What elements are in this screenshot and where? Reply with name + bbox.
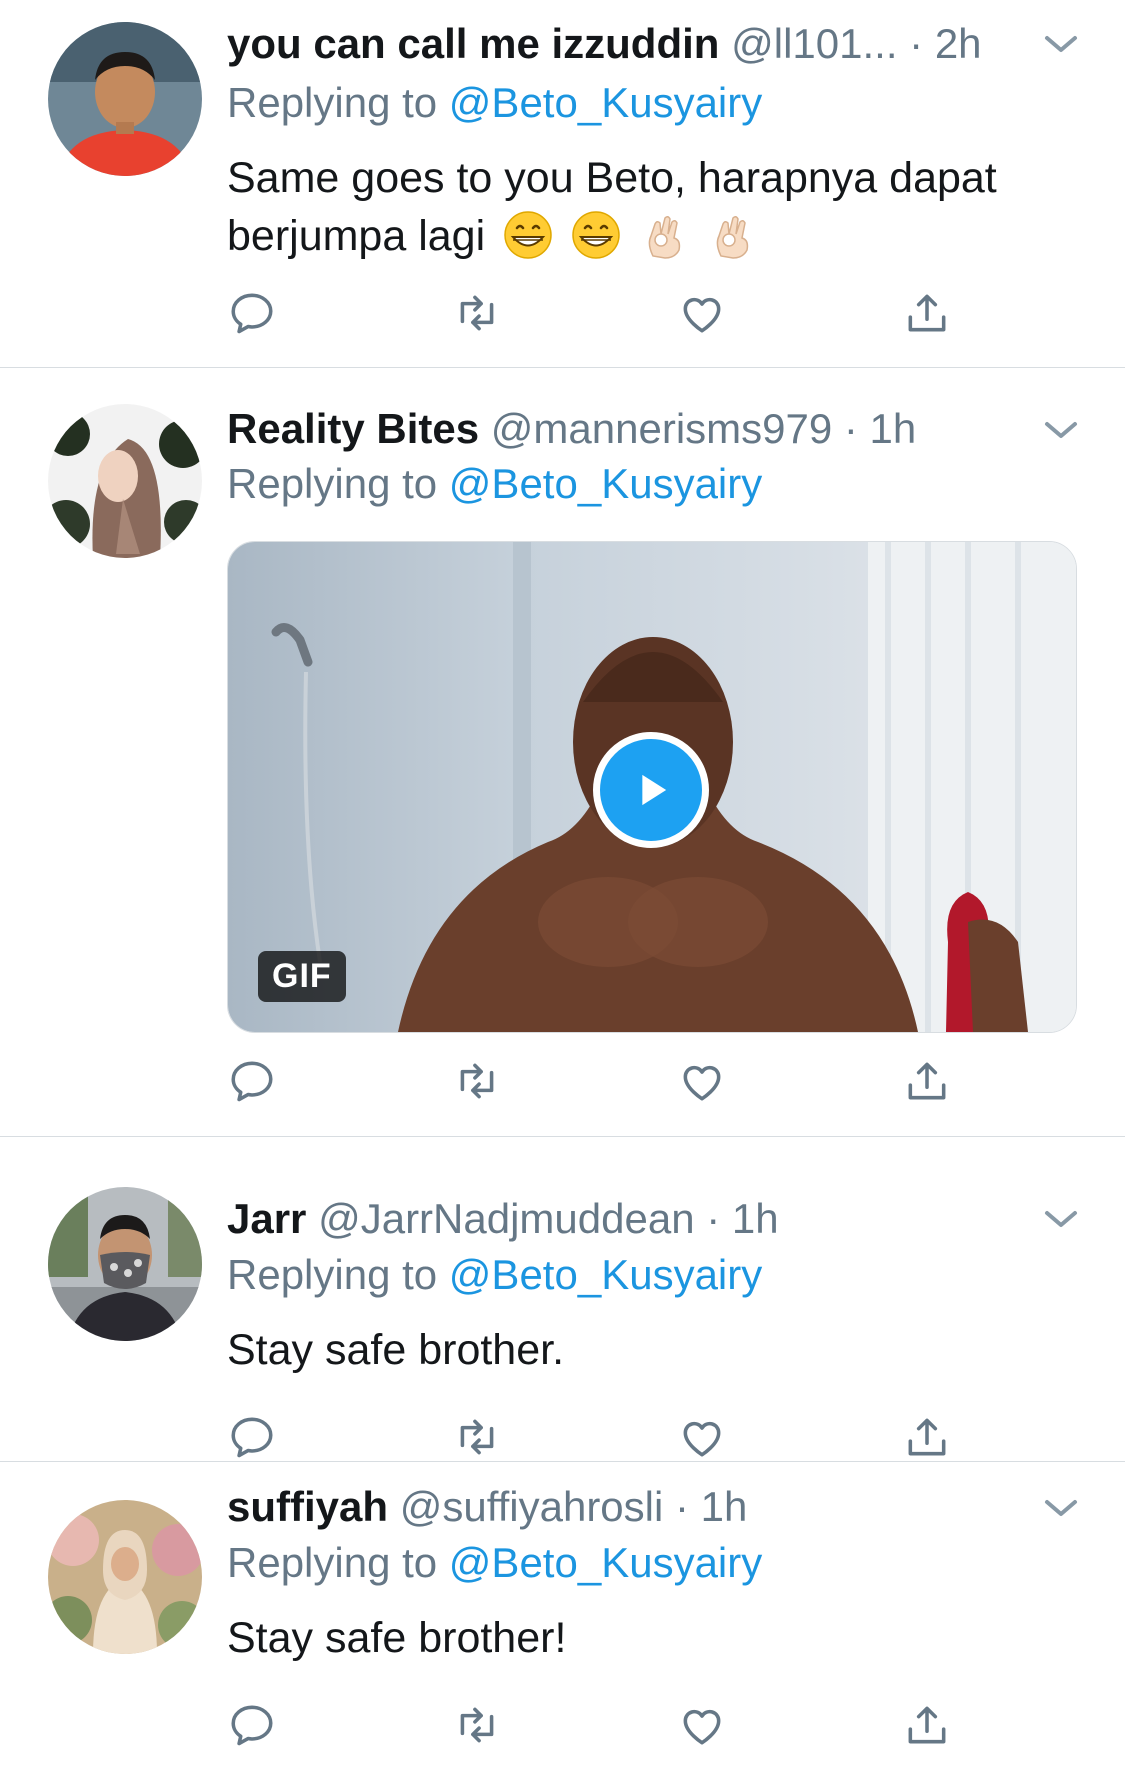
user-handle[interactable]: @suffiyahrosli [400, 1483, 664, 1530]
display-name[interactable]: suffiyah [227, 1483, 388, 1530]
tweet-header: Jarr @JarrNadjmuddean · 1h [227, 1189, 1015, 1249]
avatar-jarr[interactable] [48, 1187, 202, 1341]
like-button[interactable] [672, 1407, 732, 1467]
gif-media[interactable]: GIF [227, 541, 1077, 1033]
share-button[interactable] [897, 1051, 957, 1111]
ok-hand-emoji-icon [648, 215, 681, 259]
tweet-suffiyah[interactable]: suffiyah @suffiyahrosli · 1h Replying to… [0, 1462, 1125, 1771]
reply-icon [231, 293, 273, 334]
share-button[interactable] [897, 1695, 957, 1755]
retweet-icon [460, 1419, 494, 1455]
replying-to: Replying to @Beto_Kusyairy [227, 1245, 762, 1305]
user-handle[interactable]: @mannerisms979 [491, 405, 832, 452]
replying-to: Replying to @Beto_Kusyairy [227, 73, 762, 133]
replying-prefix: Replying to [227, 79, 438, 126]
mention-link[interactable]: @Beto_Kusyairy [449, 79, 762, 126]
tweet-text: Same goes to you Beto, harapnya dapat be… [227, 150, 1077, 264]
share-icon [908, 1418, 946, 1456]
like-icon [683, 297, 721, 333]
reply-button[interactable] [222, 283, 282, 343]
tweet-actions [227, 1695, 987, 1755]
replying-prefix: Replying to [227, 1539, 438, 1586]
tweet-text-line: berjumpa lagi [227, 212, 486, 260]
like-icon [683, 1709, 721, 1745]
tweet-text-line-with-emoji: berjumpa lagi [227, 208, 1077, 264]
ok-hand-emoji-icon [716, 215, 749, 259]
retweet-button[interactable] [447, 283, 507, 343]
gif-badge: GIF [258, 951, 346, 1002]
tweet-actions [227, 283, 987, 343]
tweet-izzuddin[interactable]: you can call me izzuddin @ll101... · 2h … [0, 0, 1125, 367]
tweet-text: Stay safe brother. [227, 1326, 565, 1374]
grinning-face-emoji-icon [504, 211, 552, 259]
tweet-text-line: Same goes to you Beto, harapnya dapat [227, 154, 997, 202]
like-button[interactable] [672, 1695, 732, 1755]
tweet-actions [227, 1407, 987, 1467]
tweet-header: Reality Bites @mannerisms979 · 1h [227, 399, 1015, 459]
user-handle[interactable]: @JarrNadjmuddean [318, 1195, 694, 1242]
retweet-button[interactable] [447, 1051, 507, 1111]
play-icon [642, 774, 667, 806]
play-button[interactable] [593, 732, 709, 848]
reply-icon [231, 1705, 273, 1746]
tweet-time[interactable]: · 1h [844, 405, 916, 452]
retweet-icon [460, 1707, 494, 1743]
mention-link[interactable]: @Beto_Kusyairy [449, 460, 762, 507]
retweet-icon [460, 1063, 494, 1099]
user-handle[interactable]: @ll101... [731, 20, 897, 67]
tweet-text: Stay safe brother! [227, 1614, 567, 1662]
like-icon [683, 1065, 721, 1101]
share-button[interactable] [897, 283, 957, 343]
reply-button[interactable] [222, 1407, 282, 1467]
tweet-header: you can call me izzuddin @ll101... · 2h [227, 14, 1015, 74]
reply-icon [231, 1061, 273, 1102]
reply-button[interactable] [222, 1695, 282, 1755]
tweet-jarr[interactable]: Jarr @JarrNadjmuddean · 1h Replying to @… [0, 1137, 1125, 1461]
avatar-reality-bites[interactable] [48, 404, 202, 558]
display-name[interactable]: Reality Bites [227, 405, 479, 452]
like-button[interactable] [672, 283, 732, 343]
grinning-face-emoji-icon [572, 211, 620, 259]
share-icon [908, 294, 946, 332]
tweet-actions [227, 1051, 987, 1111]
like-icon [683, 1421, 721, 1457]
replying-to: Replying to @Beto_Kusyairy [227, 454, 762, 514]
tweet-time[interactable]: · 2h [909, 20, 981, 67]
share-icon [908, 1062, 946, 1100]
chevron-down-icon[interactable] [1037, 1484, 1085, 1532]
chevron-down-icon[interactable] [1037, 20, 1085, 68]
avatar-izzuddin[interactable] [48, 22, 202, 176]
like-button[interactable] [672, 1051, 732, 1111]
tweet-header: suffiyah @suffiyahrosli · 1h [227, 1477, 1015, 1537]
mention-link[interactable]: @Beto_Kusyairy [449, 1251, 762, 1298]
share-button[interactable] [897, 1407, 957, 1467]
avatar-suffiyah[interactable] [48, 1500, 202, 1654]
replying-prefix: Replying to [227, 1251, 438, 1298]
display-name[interactable]: you can call me izzuddin [227, 20, 719, 67]
replying-to: Replying to @Beto_Kusyairy [227, 1533, 762, 1593]
share-icon [908, 1706, 946, 1744]
tweet-reality-bites[interactable]: Reality Bites @mannerisms979 · 1h Replyi… [0, 368, 1125, 1136]
reply-button[interactable] [222, 1051, 282, 1111]
display-name[interactable]: Jarr [227, 1195, 306, 1242]
tweet-time[interactable]: · 1h [706, 1195, 778, 1242]
chevron-down-icon[interactable] [1037, 1195, 1085, 1243]
reply-icon [231, 1417, 273, 1458]
replying-prefix: Replying to [227, 460, 438, 507]
mention-link[interactable]: @Beto_Kusyairy [449, 1539, 762, 1586]
retweet-icon [460, 295, 494, 331]
retweet-button[interactable] [447, 1407, 507, 1467]
tweet-time[interactable]: · 1h [675, 1483, 747, 1530]
retweet-button[interactable] [447, 1695, 507, 1755]
chevron-down-icon[interactable] [1037, 406, 1085, 454]
